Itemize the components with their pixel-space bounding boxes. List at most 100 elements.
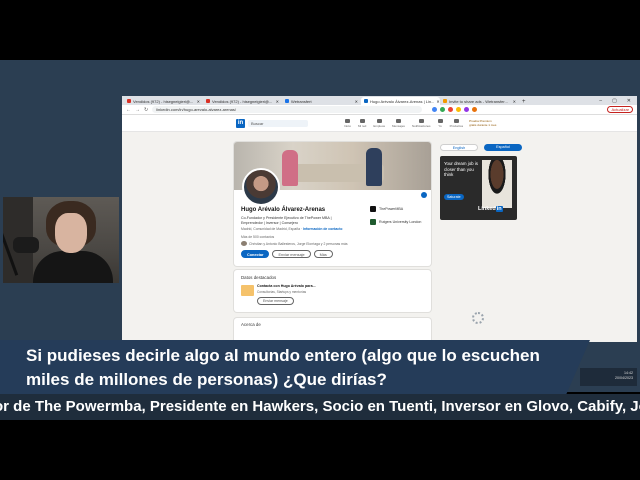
tab-label: Vendidos (972) - hisegneigieri@... (212, 98, 273, 104)
profile-location: Madrid, Comunidad de Madrid, España · In… (241, 227, 343, 231)
minimize-icon[interactable]: – (599, 98, 602, 104)
close-tab-icon[interactable]: ✕ (513, 99, 516, 104)
nav-products[interactable]: Productos (450, 118, 463, 128)
ad-logo: Linkedin (478, 206, 503, 212)
clock-date: 20/04/2023 (615, 376, 633, 380)
gmail-favicon-icon (127, 99, 131, 103)
browser-tab[interactable]: Wetransfert ✕ (282, 97, 361, 105)
nav-me[interactable]: Yo (437, 118, 443, 128)
extension-icon[interactable] (432, 107, 438, 112)
banner-person (282, 150, 298, 186)
new-tab-button[interactable]: + (519, 99, 529, 105)
close-tab-icon[interactable]: ✕ (276, 99, 279, 104)
network-icon (359, 118, 365, 123)
messages-icon (395, 118, 401, 123)
question-caption: Si pudieses decirle algo al mundo entero… (0, 340, 590, 394)
contact-info-link[interactable]: Información de contacto (303, 227, 342, 231)
ad-text: Your dream job is closer than you think (444, 161, 479, 177)
org-name: ThePowerMBA (379, 207, 404, 211)
linkedin-navbar: in Buscar Inicio Mi red Empleos Mensajes… (122, 115, 637, 132)
extensions (432, 107, 478, 112)
address-bar-row: ← → ↻ linkedin.com/in/hugo-arevalo-alvar… (122, 105, 637, 115)
featured-send-message-button[interactable]: Enviar mensaje (257, 297, 294, 305)
tab-bar: Vendidos (972) - hisegneigieri@... ✕ Vend… (122, 96, 637, 105)
more-button[interactable]: Más (313, 250, 333, 258)
gmail-favicon-icon (206, 99, 210, 103)
nav-label: Inicio (344, 123, 352, 128)
nav-label: Empleos (373, 123, 386, 128)
linkedin-ad[interactable]: Your dream job is closer than you think … (440, 156, 517, 220)
linkedin-logo[interactable]: in (236, 118, 245, 128)
microphone-icon (13, 237, 39, 253)
extension-icon[interactable] (464, 107, 470, 112)
connections-count[interactable]: Más de 500 contactos (241, 235, 274, 239)
premium-link[interactable]: Prueba Premium gratis durante 1 mes (469, 119, 499, 127)
extension-icon[interactable] (456, 107, 462, 112)
update-button[interactable]: Actualizar (607, 106, 633, 113)
reload-icon[interactable]: ↻ (144, 107, 148, 113)
url-input[interactable]: linkedin.com/in/hugo-arevalo-alvarez-are… (152, 106, 423, 113)
briefcase-icon (241, 285, 254, 296)
org-name: Rutgers University London (379, 220, 422, 224)
page-content: Hugo Arévalo Álvarez-Arenas Co-Fundador … (122, 132, 637, 342)
jobs-icon (376, 118, 382, 123)
featured-item-title[interactable]: Contacta con Hugo Arévalo para... (257, 284, 316, 288)
extension-icon[interactable] (472, 107, 478, 112)
top-letterbox (0, 0, 640, 60)
nav-jobs[interactable]: Empleos (373, 118, 386, 128)
grid-icon (453, 118, 459, 123)
close-window-icon[interactable]: ✕ (627, 98, 631, 104)
linkedin-nav: Inicio Mi red Empleos Mensajes Notificac… (344, 118, 463, 128)
wetransfer-favicon-icon (285, 99, 289, 103)
extension-icon[interactable] (448, 107, 454, 112)
send-message-button[interactable]: Enviar mensaje (272, 250, 311, 258)
system-tray: 14:42 20/04/2023 (580, 368, 637, 386)
back-icon[interactable]: ← (126, 107, 131, 113)
close-tab-icon[interactable]: ✕ (197, 99, 200, 104)
about-card: Acerca de (234, 318, 431, 342)
avatar-icon (437, 118, 443, 123)
nav-messages[interactable]: Mensajes (392, 118, 405, 128)
window-controls: – ▢ ✕ (599, 98, 637, 104)
ad-photo (482, 160, 512, 208)
browser-window: Vendidos (972) - hisegneigieri@... ✕ Vend… (122, 96, 637, 342)
english-button[interactable]: English (440, 144, 478, 151)
search-input[interactable]: Buscar (248, 119, 308, 127)
org-item[interactable]: ThePowerMBA (370, 206, 428, 212)
tab-label: Hugo Arévalo Álvarez-Arenas | Lin... (370, 98, 435, 104)
spanish-button[interactable]: Español (484, 144, 522, 151)
loading-spinner-icon (472, 312, 484, 324)
company-logo-icon (370, 206, 376, 212)
forward-icon[interactable]: → (135, 107, 140, 113)
location-text: Madrid, Comunidad de Madrid, España (241, 227, 300, 231)
profile-avatar[interactable] (242, 168, 280, 206)
browser-tab-active[interactable]: Hugo Arévalo Álvarez-Arenas | Lin... ✕ (361, 97, 440, 105)
home-icon (345, 118, 350, 123)
maximize-icon[interactable]: ▢ (612, 98, 617, 104)
close-tab-icon[interactable]: ✕ (355, 99, 358, 104)
mutual-connections[interactable]: Christian y Antonio Ballesteros, Jorge E… (241, 241, 348, 246)
mutual-text: Christian y Antonio Ballesteros, Jorge E… (249, 241, 348, 246)
featured-item-sub: Consultorías, Startups y mentorías (257, 290, 307, 294)
browser-tab[interactable]: Invite to share ads - Wetransfer... ✕ (440, 97, 519, 105)
linkedin-badge-icon (421, 192, 427, 198)
banner-person (366, 148, 382, 186)
nav-notifications[interactable]: Notificaciones (412, 118, 431, 128)
ad-logo-in: in (495, 206, 503, 212)
nav-network[interactable]: Mi red (358, 118, 366, 128)
ad-button[interactable]: Saturate (444, 194, 464, 200)
tab-label: Vendidos (972) - hisegneigieri@... (133, 98, 194, 104)
webcam-overlay (3, 197, 119, 283)
lower-third-ticker: or de The Powermba, Presidente en Hawker… (0, 394, 640, 420)
bottom-letterbox (0, 420, 640, 480)
extension-icon[interactable] (440, 107, 446, 112)
profile-name: Hugo Arévalo Álvarez-Arenas (241, 207, 326, 213)
speaker-body (33, 251, 113, 283)
nav-home[interactable]: Inicio (344, 118, 352, 128)
browser-tab[interactable]: Vendidos (972) - hisegneigieri@... ✕ (124, 97, 203, 105)
connect-button[interactable]: Conectar (241, 250, 270, 258)
featured-title: Datos destacados (241, 275, 277, 280)
org-item[interactable]: Rutgers University London (370, 219, 428, 225)
browser-tab[interactable]: Vendidos (972) - hisegneigieri@... ✕ (203, 97, 282, 105)
bell-icon (418, 118, 424, 123)
